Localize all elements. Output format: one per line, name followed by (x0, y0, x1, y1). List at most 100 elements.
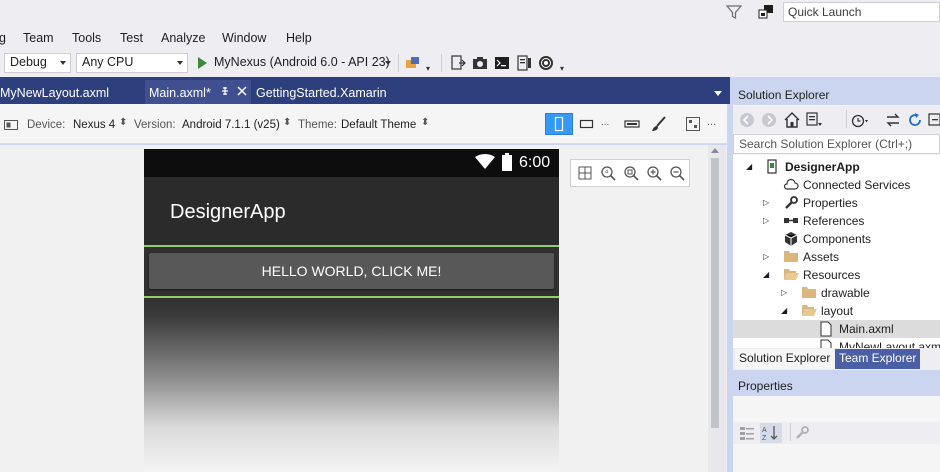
tree-label: References (803, 214, 865, 228)
start-debugging-button[interactable]: MyNexus (Android 6.0 - API 23) (196, 53, 396, 73)
solution-search-input[interactable]: Search Solution Explorer (Ctrl+;) (733, 134, 940, 154)
collapsed-arrow-icon[interactable]: ▷ (763, 252, 769, 261)
fit-to-window-icon[interactable] (577, 165, 593, 181)
tab-team-explorer[interactable]: Team Explorer (835, 349, 921, 369)
camera-icon[interactable] (471, 54, 489, 72)
tree-item-drawable[interactable]: ▷ drawable (733, 284, 940, 302)
configuration-value: Debug (10, 55, 47, 69)
menu-item-debug[interactable]: g (0, 31, 6, 45)
tree-item-mynewlayout-axml[interactable]: MyNewLayout.axml (733, 338, 940, 348)
filter-icon[interactable] (726, 4, 742, 20)
expanded-arrow-icon[interactable]: ◢ (763, 270, 769, 279)
expanded-arrow-icon[interactable]: ◢ (781, 306, 787, 315)
device-dropdown[interactable]: Nexus 4 (73, 119, 115, 131)
tree-item-layout[interactable]: ◢ layout (733, 302, 940, 320)
wrench-icon (783, 195, 799, 211)
tab-label: GettingStarted.Xamarin (256, 86, 387, 100)
tree-item-properties[interactable]: ▷ Properties (733, 194, 940, 212)
solution-explorer-title: Solution Explorer (733, 85, 940, 105)
component-icon (783, 231, 799, 247)
expanded-arrow-icon[interactable]: ◢ (746, 162, 752, 171)
device-toggle-icon[interactable] (4, 120, 18, 130)
tree-item-main-axml[interactable]: Main.axml (733, 320, 940, 338)
switch-views-icon[interactable] (805, 111, 823, 129)
app-title: DesignerApp (170, 201, 286, 223)
tab-main-axml[interactable]: Main.axml* (145, 80, 251, 104)
tab-solution-explorer[interactable]: Solution Explorer (735, 349, 835, 369)
toolbar-separator (790, 423, 791, 441)
refresh-icon[interactable] (906, 111, 924, 129)
tree-item-resources[interactable]: ◢ Resources (733, 266, 940, 284)
zoom-actual-size-icon[interactable] (623, 165, 639, 181)
layout-content-area[interactable] (144, 298, 559, 472)
layout-bounds-icon[interactable] (682, 114, 704, 134)
menu-item-window[interactable]: Window (222, 31, 266, 45)
back-icon[interactable] (739, 112, 755, 128)
quick-launch-input[interactable]: Quick Launch (783, 2, 940, 22)
scrollbar-thumb[interactable] (711, 158, 719, 428)
file-icon (819, 339, 833, 348)
svg-text:Z: Z (762, 435, 767, 442)
collapsed-arrow-icon[interactable]: ▷ (763, 198, 769, 207)
android-device-icon[interactable] (404, 54, 422, 72)
platform-value: Any CPU (82, 55, 134, 69)
tree-item-connected-services[interactable]: Connected Services (733, 176, 940, 194)
zoom-out-icon[interactable] (669, 165, 685, 181)
brush-icon[interactable] (648, 114, 670, 134)
terminal-icon[interactable] (493, 54, 511, 72)
tab-overflow-icon[interactable] (714, 91, 722, 96)
cloud-icon (783, 177, 799, 193)
tab-mynewlayout[interactable]: MyNewLayout.axml (0, 80, 145, 104)
tree-label: drawable (821, 286, 870, 300)
resize-icon[interactable] (621, 114, 643, 134)
status-time: 6:00 (519, 154, 551, 171)
alphabetical-icon[interactable]: AZ (760, 423, 782, 443)
tab-gettingstarted[interactable]: GettingStarted.Xamarin (256, 80, 426, 104)
categorized-icon[interactable] (739, 425, 755, 441)
overflow-icon[interactable]: ▾ (426, 64, 430, 73)
device-log-icon[interactable] (449, 54, 467, 72)
forward-icon[interactable] (761, 112, 777, 128)
svg-text:A: A (762, 427, 767, 434)
menu-item-team[interactable]: Team (23, 31, 54, 45)
configuration-dropdown[interactable]: Debug (4, 53, 71, 73)
landscape-orientation-button[interactable] (576, 114, 598, 134)
chevron-updown-icon: ⬍ (119, 117, 128, 128)
zoom-highlight-icon[interactable] (600, 165, 616, 181)
feedback-icon[interactable] (758, 4, 774, 20)
menu-item-test[interactable]: Test (120, 31, 143, 45)
theme-dropdown[interactable]: Default Theme (341, 119, 416, 131)
home-icon[interactable] (783, 111, 801, 129)
collapsed-arrow-icon[interactable]: ▷ (763, 216, 769, 225)
tree-item-designerapp[interactable]: ◢ DesignerApp (733, 158, 940, 176)
pending-changes-filter-icon[interactable] (851, 111, 869, 129)
tree-item-components[interactable]: Components (733, 230, 940, 248)
zoom-in-icon[interactable] (646, 165, 662, 181)
menu-item-analyze[interactable]: Analyze (161, 31, 205, 45)
sdk-manager-icon[interactable] (515, 54, 533, 72)
folder-open-icon (783, 267, 799, 281)
scroll-up-icon[interactable] (711, 148, 719, 153)
sync-icon[interactable] (884, 111, 902, 129)
tree-item-assets[interactable]: ▷ Assets (733, 248, 940, 266)
android-project-icon (765, 159, 779, 175)
pin-icon[interactable] (220, 85, 230, 97)
platform-dropdown[interactable]: Any CPU (76, 53, 188, 73)
chevron-down-icon (385, 61, 391, 65)
overflow-icon[interactable]: ... (707, 116, 716, 128)
tree-label: Resources (803, 268, 861, 282)
collapsed-arrow-icon[interactable]: ▷ (781, 288, 787, 297)
close-icon[interactable] (237, 86, 247, 96)
tree-item-references[interactable]: ▷ References (733, 212, 940, 230)
xamarin-profiler-icon[interactable] (537, 54, 555, 72)
collapse-all-icon[interactable] (928, 111, 940, 129)
menu-item-help[interactable]: Help (286, 31, 312, 45)
menu-item-tools[interactable]: Tools (72, 31, 101, 45)
overflow-icon[interactable]: ... (601, 117, 609, 128)
portrait-orientation-button[interactable] (545, 113, 573, 135)
folder-icon (801, 285, 817, 299)
version-dropdown[interactable]: Android 7.1.1 (v25) (182, 119, 280, 131)
overflow-icon[interactable]: ▾ (560, 64, 564, 73)
hello-world-button[interactable]: HELLO WORLD, CLICK ME! (149, 253, 554, 289)
wrench-icon[interactable] (794, 425, 810, 441)
